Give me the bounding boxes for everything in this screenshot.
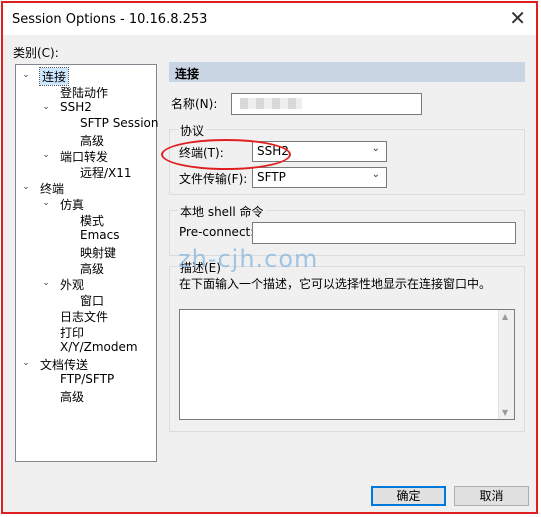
preconnect-label: Pre-connect: <box>179 225 255 239</box>
scroll-down-icon[interactable]: ▼ <box>502 408 508 417</box>
file-transfer-select[interactable]: SFTP ⌄ <box>252 167 387 188</box>
tree-item[interactable]: 窗口 <box>80 292 104 309</box>
highlight-ellipse <box>161 139 291 170</box>
scroll-up-icon[interactable]: ▲ <box>502 312 508 321</box>
file-transfer-label: 文件传输(F): <box>179 172 248 186</box>
redacted-name <box>240 98 302 109</box>
chevron-down-icon[interactable]: ⌄ <box>21 70 31 80</box>
chevron-down-icon: ⌄ <box>371 143 380 154</box>
tree-item[interactable]: 连接 <box>38 67 70 86</box>
window-title: Session Options - 10.16.8.253 <box>12 12 208 27</box>
chevron-down-icon[interactable]: ⌄ <box>21 182 31 192</box>
tree-item[interactable]: 外观 <box>60 276 84 293</box>
tree-item[interactable]: Emacs <box>80 228 119 242</box>
close-icon[interactable]: ✕ <box>509 8 526 28</box>
tree-item[interactable]: 远程/X11 <box>80 164 132 181</box>
chevron-down-icon[interactable]: ⌄ <box>21 358 31 368</box>
chevron-down-icon[interactable]: ⌄ <box>41 278 51 288</box>
tree-item[interactable]: SFTP Session <box>80 116 158 130</box>
tree-item[interactable]: 打印 <box>60 324 84 341</box>
name-label: 名称(N): <box>171 97 218 111</box>
description-scrollbar[interactable]: ▲ ▼ <box>498 310 514 419</box>
preconnect-field[interactable] <box>252 222 516 244</box>
description-textarea[interactable]: ▲ ▼ <box>179 309 515 420</box>
cancel-button[interactable]: 取消 <box>454 486 529 506</box>
tree-item[interactable]: 端口转发 <box>60 148 108 165</box>
description-hint: 在下面输入一个描述，它可以选择性地显示在连接窗口中。 <box>179 277 492 291</box>
tree-item[interactable]: 映射键 <box>80 244 116 261</box>
tree-item[interactable]: 模式 <box>80 212 104 229</box>
tree-item[interactable]: 高级 <box>80 260 104 277</box>
tree-item[interactable]: FTP/SFTP <box>60 372 114 386</box>
chevron-down-icon: ⌄ <box>371 169 380 180</box>
category-label: 类别(C): <box>13 46 59 60</box>
session-options-dialog: Session Options - 10.16.8.253 ✕ 类别(C): ⌄… <box>1 1 538 514</box>
tree-item[interactable]: X/Y/Zmodem <box>60 340 138 354</box>
tree-item[interactable]: 高级 <box>60 388 84 405</box>
name-field[interactable] <box>231 93 422 115</box>
tree-item[interactable]: 登陆动作 <box>60 84 108 101</box>
chevron-down-icon[interactable]: ⌄ <box>41 150 51 160</box>
local-shell-group-title: 本地 shell 命令 <box>178 203 266 220</box>
tree-item[interactable]: 仿真 <box>60 196 84 213</box>
tree-item[interactable]: 文档传送 <box>40 356 88 373</box>
tree-item[interactable]: 日志文件 <box>60 308 108 325</box>
file-transfer-value: SFTP <box>257 170 286 184</box>
ok-button[interactable]: 确定 <box>371 486 446 506</box>
section-title: 连接 <box>175 67 200 81</box>
protocol-group-title: 协议 <box>178 122 207 139</box>
tree-item[interactable]: 终端 <box>40 180 64 197</box>
watermark: zh-cjh.com <box>178 245 319 273</box>
tree-item[interactable]: SSH2 <box>60 100 92 114</box>
title-bar: Session Options - 10.16.8.253 ✕ <box>3 3 536 35</box>
chevron-down-icon[interactable]: ⌄ <box>41 198 51 208</box>
tree-item[interactable]: 高级 <box>80 132 104 149</box>
category-tree[interactable]: ⌄ 连接 登陆动作 ⌄ SSH2 SFTP Session 高级 ⌄ 端口转发 远程/X11 ⌄ 终端… <box>15 64 158 462</box>
section-header: 连接 <box>169 62 525 82</box>
chevron-down-icon[interactable]: ⌄ <box>41 102 51 112</box>
